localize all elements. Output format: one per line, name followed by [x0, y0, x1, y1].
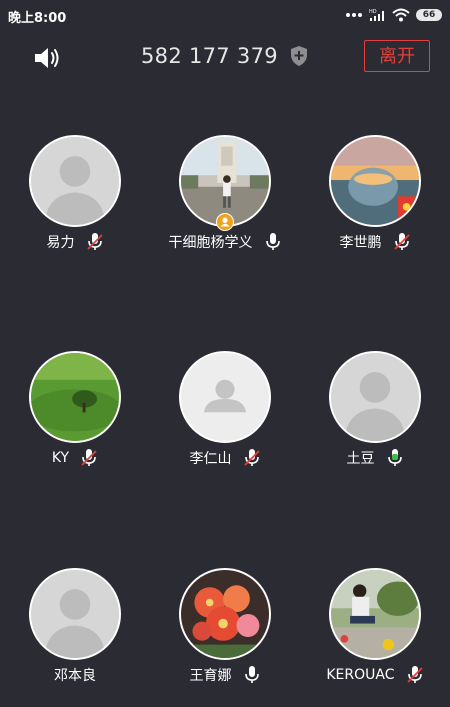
avatar [329, 568, 421, 660]
participant-name-row: 李世鹏 [300, 231, 450, 253]
wifi-icon [392, 8, 410, 22]
mic-muted-icon [393, 232, 411, 252]
svg-text:HD: HD [369, 9, 377, 15]
participant-name: 土豆 [346, 450, 375, 467]
avatar [179, 351, 271, 443]
mic-muted-icon [80, 448, 98, 468]
participant-name: 干细胞杨学义 [168, 234, 253, 251]
participant-name-row: 邓本良 [0, 664, 150, 686]
participant-tile[interactable]: 王育娜 [150, 563, 300, 703]
meeting-header: 582 177 379 离开 [0, 38, 450, 78]
avatar [329, 135, 421, 227]
participant-name-row: KY [0, 447, 150, 469]
hd-signal-icon: HD [368, 8, 386, 22]
participant-name: 王育娜 [189, 667, 232, 684]
mic-speaking-icon [386, 448, 404, 468]
status-time: 晚上8:00 [8, 11, 67, 26]
participant-name-row: 李仁山 [150, 447, 300, 469]
avatar [329, 351, 421, 443]
participant-tile[interactable]: KEROUAC [300, 563, 450, 703]
mic-muted-icon [406, 665, 424, 685]
host-badge-icon [216, 213, 234, 231]
participant-tile[interactable]: 易力 [0, 130, 150, 270]
participant-tile[interactable]: 土豆 [300, 346, 450, 486]
participant-name: 李仁山 [189, 450, 232, 467]
battery-icon: 66 [416, 9, 442, 21]
status-bar: 晚上8:00 HD 66 [0, 0, 450, 30]
avatar [29, 351, 121, 443]
shield-plus-icon[interactable] [289, 45, 309, 67]
participant-tile[interactable]: 干细胞杨学义 [150, 130, 300, 270]
participant-name-row: 干细胞杨学义 [150, 231, 300, 253]
participant-name: KEROUAC [326, 666, 395, 683]
participant-tile[interactable]: 李仁山 [150, 346, 300, 486]
mic-muted-icon [243, 448, 261, 468]
participant-name-row: KEROUAC [300, 664, 450, 686]
participant-tile[interactable]: KY [0, 346, 150, 486]
participant-name-row: 王育娜 [150, 664, 300, 686]
mic-muted-icon [86, 232, 104, 252]
participant-name-row: 土豆 [300, 447, 450, 469]
participant-name: 易力 [46, 234, 75, 251]
avatar [29, 135, 121, 227]
mic-icon [243, 665, 261, 685]
more-dots-icon [346, 12, 362, 18]
participant-name: 李世鹏 [339, 234, 382, 251]
participant-tile[interactable]: 李世鹏 [300, 130, 450, 270]
participant-name: 邓本良 [54, 667, 96, 684]
participant-name-row: 易力 [0, 231, 150, 253]
mic-icon [264, 232, 282, 252]
participant-name: KY [51, 449, 70, 466]
avatar [29, 568, 121, 660]
room-id: 582 177 379 [141, 44, 278, 68]
avatar [179, 568, 271, 660]
participant-tile[interactable]: 邓本良 [0, 563, 150, 703]
status-icons: HD 66 [346, 8, 442, 22]
leave-button[interactable]: 离开 [364, 40, 430, 72]
